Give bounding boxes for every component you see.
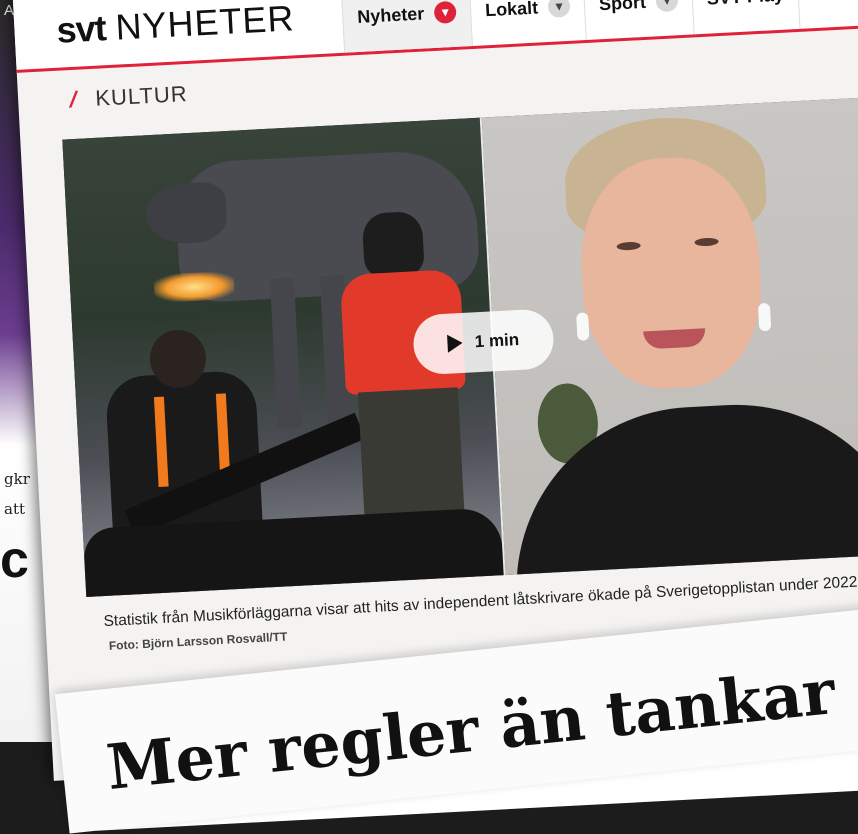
play-icon [447, 333, 464, 353]
play-button[interactable]: 1 min [412, 308, 555, 376]
nav-label: SVT Play [706, 0, 784, 9]
moose-leg [269, 277, 302, 429]
nav-item-sport[interactable]: Sport ▼ [582, 0, 694, 41]
background-text-1: gkr [4, 470, 30, 488]
background-text-2: att [4, 500, 25, 518]
earbud [576, 312, 590, 341]
slash-icon: / [67, 86, 81, 113]
nav-label: Ba [812, 0, 836, 4]
chevron-down-icon[interactable]: ▼ [655, 0, 679, 13]
logo-nyheter: NYHETER [114, 0, 296, 48]
svt-nyheter-logo[interactable]: svt NYHETER [56, 0, 296, 52]
stage-fire [153, 270, 235, 303]
photo-credit: Foto: Björn Larsson Rosvall/TT [108, 629, 288, 653]
main-nav: Nyheter ▼ Lokalt ▼ Sport ▼ SVT Play Ba [340, 0, 852, 53]
nav-label: Nyheter [356, 2, 425, 27]
moose-head [144, 181, 228, 246]
chevron-down-icon[interactable]: ▼ [547, 0, 571, 18]
section-title: KULTUR [94, 80, 189, 111]
video-player[interactable]: 1 min [62, 96, 858, 597]
video-duration: 1 min [474, 329, 520, 352]
site-header: svtNYHETER Nyheter ▼ Lokalt ▼ Sport ▼ SV… [12, 0, 858, 73]
nav-item-lokalt[interactable]: Lokalt ▼ [468, 0, 586, 47]
earbud [757, 302, 772, 332]
nav-label: Sport [598, 0, 647, 14]
nav-item-barn[interactable]: Ba [795, 0, 852, 29]
section-label[interactable]: / KULTUR [67, 80, 189, 113]
background-text-3: c [0, 531, 29, 589]
logo-svt: svt [55, 7, 107, 51]
nav-item-nyheter[interactable]: Nyheter ▼ [340, 0, 473, 53]
chevron-down-icon[interactable]: ▼ [433, 0, 457, 24]
singer-head [361, 210, 425, 278]
nav-label: Lokalt [484, 0, 539, 20]
nav-item-svt-play[interactable]: SVT Play [690, 0, 800, 35]
